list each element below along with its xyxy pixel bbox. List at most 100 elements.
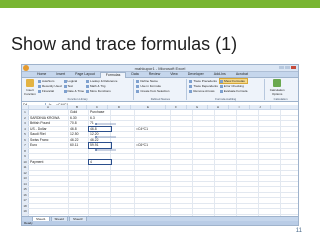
cell[interactable]: [237, 203, 259, 208]
cell[interactable]: [171, 137, 193, 142]
column-header[interactable]: C: [87, 105, 108, 109]
cell[interactable]: [215, 203, 237, 208]
cell[interactable]: [259, 198, 281, 203]
remove-arrows-button[interactable]: Remove Arrows: [189, 89, 218, 93]
cell[interactable]: [193, 209, 215, 214]
cell[interactable]: [89, 148, 111, 153]
row-header[interactable]: 12: [22, 170, 29, 175]
cell[interactable]: [69, 170, 89, 175]
cell[interactable]: [171, 181, 193, 186]
cell[interactable]: [29, 176, 69, 181]
cell[interactable]: [89, 187, 111, 192]
cell[interactable]: [259, 143, 281, 148]
cell[interactable]: [215, 143, 237, 148]
cell[interactable]: [259, 137, 281, 142]
more-functions-button[interactable]: More Functions: [86, 89, 117, 93]
cell[interactable]: 12.50: [69, 132, 89, 137]
cell[interactable]: [171, 121, 193, 126]
recently-used-button[interactable]: Recently Used: [38, 84, 62, 88]
cell[interactable]: Purchase: [89, 110, 111, 115]
cell[interactable]: [89, 165, 111, 170]
row-header[interactable]: 15: [22, 187, 29, 192]
cell[interactable]: 46.22: [69, 137, 89, 142]
show-formulas-button[interactable]: Show Formulas: [218, 78, 249, 84]
cell[interactable]: [171, 154, 193, 159]
cell[interactable]: [135, 165, 171, 170]
cell[interactable]: US - Dollar: [29, 126, 69, 131]
cell[interactable]: [69, 181, 89, 186]
cell[interactable]: [237, 187, 259, 192]
error-checking-button[interactable]: Error Checking: [219, 84, 248, 88]
cell[interactable]: [89, 170, 111, 175]
cell[interactable]: [111, 115, 135, 120]
cell[interactable]: 12.20: [89, 132, 111, 137]
cell[interactable]: [259, 192, 281, 197]
cell[interactable]: [111, 121, 135, 126]
cell[interactable]: [111, 126, 135, 131]
cell[interactable]: [193, 181, 215, 186]
cell[interactable]: [193, 137, 215, 142]
cell[interactable]: [111, 187, 135, 192]
cell[interactable]: [29, 148, 69, 153]
minimize-icon[interactable]: [279, 66, 284, 69]
column-header[interactable]: D: [108, 105, 131, 109]
cell[interactable]: [215, 181, 237, 186]
cell[interactable]: Euro: [29, 143, 69, 148]
cell[interactable]: [215, 126, 237, 131]
cell[interactable]: [193, 192, 215, 197]
cell[interactable]: 6.3: [89, 115, 111, 120]
tab-data[interactable]: Data: [126, 72, 143, 77]
define-name-button[interactable]: Define Name: [136, 79, 169, 83]
cell[interactable]: [89, 209, 111, 214]
cell[interactable]: [171, 198, 193, 203]
cell[interactable]: [89, 154, 111, 159]
cell[interactable]: [237, 115, 259, 120]
cell[interactable]: [193, 121, 215, 126]
cell[interactable]: [259, 187, 281, 192]
tab-add-ins[interactable]: Add-Ins: [209, 72, 231, 77]
cell[interactable]: [259, 165, 281, 170]
column-header[interactable]: A: [29, 105, 68, 109]
cell[interactable]: [215, 137, 237, 142]
cell[interactable]: [237, 154, 259, 159]
cell[interactable]: [135, 198, 171, 203]
tab-view[interactable]: View: [165, 72, 183, 77]
cell[interactable]: [215, 192, 237, 197]
cell[interactable]: 46.22: [89, 137, 111, 142]
cell[interactable]: [193, 126, 215, 131]
cell[interactable]: [135, 110, 171, 115]
cell[interactable]: [237, 181, 259, 186]
cell[interactable]: [135, 192, 171, 197]
cell[interactable]: [29, 192, 69, 197]
cell[interactable]: [171, 143, 193, 148]
cell[interactable]: [193, 148, 215, 153]
cell[interactable]: [135, 187, 171, 192]
row-header[interactable]: 6: [22, 137, 29, 142]
cell[interactable]: [135, 132, 171, 137]
cell[interactable]: [135, 121, 171, 126]
cell[interactable]: [259, 176, 281, 181]
cell[interactable]: [111, 209, 135, 214]
cell[interactable]: [171, 226, 193, 227]
cell[interactable]: [89, 181, 111, 186]
cell[interactable]: [259, 181, 281, 186]
cell[interactable]: [135, 181, 171, 186]
row-header[interactable]: 22: [22, 226, 29, 227]
cell[interactable]: [111, 110, 135, 115]
cell[interactable]: [237, 198, 259, 203]
cell[interactable]: [215, 159, 237, 164]
cell[interactable]: [171, 192, 193, 197]
row-header[interactable]: 17: [22, 198, 29, 203]
column-header[interactable]: G: [187, 105, 208, 109]
cell[interactable]: [237, 137, 259, 142]
cell[interactable]: [193, 159, 215, 164]
cell[interactable]: [193, 203, 215, 208]
column-header[interactable]: I: [229, 105, 250, 109]
select-all-corner[interactable]: [22, 105, 29, 109]
cell[interactable]: 46.8: [88, 126, 112, 132]
column-header[interactable]: J: [250, 105, 271, 109]
cell[interactable]: [69, 192, 89, 197]
cell[interactable]: [171, 209, 193, 214]
cell[interactable]: [89, 226, 111, 227]
cell[interactable]: 46.8: [69, 126, 89, 131]
